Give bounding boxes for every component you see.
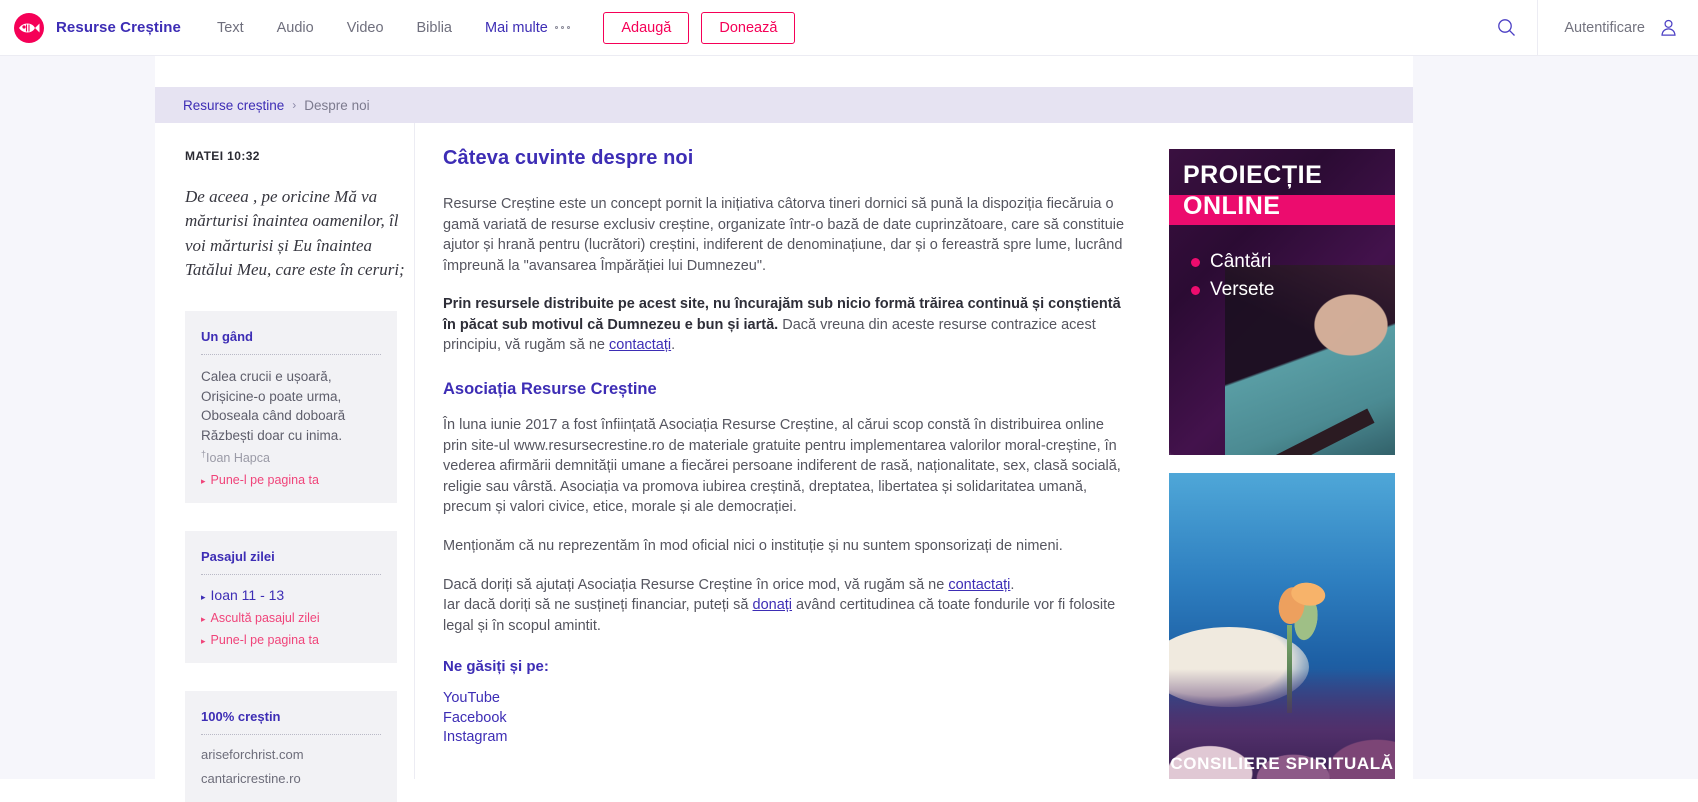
card-un-gand: Un gând Calea crucii e ușoară, Orișicine…: [185, 310, 397, 503]
site-header: Resurse Creștine Text Audio Video Biblia…: [0, 0, 1698, 56]
chevron-right-icon: ▸: [201, 475, 206, 486]
card-link-asculta-pasajul[interactable]: ▸ Ascultă pasajul zilei: [201, 611, 381, 625]
chevron-right-icon: ▸: [201, 591, 206, 602]
card-divider: [201, 733, 381, 735]
login-label: Autentificare: [1564, 19, 1645, 36]
card-title: Un gând: [201, 328, 253, 344]
proiectie-online-banner[interactable]: PROIECȚIE ONLINE Cântări Versete: [1169, 149, 1395, 455]
card-title: 100% creștin: [201, 708, 281, 724]
brand-logo-link[interactable]: Resurse Creștine: [14, 12, 181, 43]
banner-bullet-label: Versete: [1210, 279, 1275, 300]
card-divider: [201, 353, 381, 355]
content-area: MATEI 10:32 De aceea , pe oricine Mă va …: [155, 123, 1413, 802]
paragraph-donate-a: Iar dacă doriți să ne susțineți financia…: [443, 597, 753, 614]
main-content: Câteva cuvinte despre noi Resurse Crești…: [415, 123, 1157, 779]
paragraph-disclaimer: Prin resursele distribuite pe acest site…: [443, 294, 1129, 356]
right-sidebar: PROIECȚIE ONLINE Cântări Versete CONSILI…: [1157, 123, 1413, 779]
breadcrumb-home-link[interactable]: Resurse creștine: [183, 98, 284, 113]
nav-item-mai-multe-label: Mai multe: [484, 19, 548, 36]
verse-reference: MATEI 10:32: [185, 149, 260, 163]
nav-item-video[interactable]: Video: [347, 20, 384, 36]
nav-item-mai-multe[interactable]: Mai multe: [484, 19, 571, 36]
card-100-crestin: 100% creștin ariseforchrist.com cantaric…: [185, 690, 397, 802]
consiliere-spirituala-banner[interactable]: CONSILIERE SPIRITUALĂ: [1169, 473, 1395, 779]
page-background: Resurse creștine › Despre noi MATEI 10:3…: [0, 56, 1698, 802]
breadcrumb-current: Despre noi: [304, 97, 370, 113]
banner-bullet-label: Cântări: [1210, 251, 1272, 272]
fish-logo-icon: [14, 12, 44, 43]
card-divider: [201, 573, 381, 575]
brand-name: Resurse Creștine: [56, 19, 181, 36]
section-title-asociatia: Asociația Resurse Creștine: [443, 380, 657, 399]
paragraph-support-a: Dacă doriți să ajutați Asociația Resurse…: [443, 576, 949, 593]
contact-link[interactable]: contactați: [609, 337, 671, 353]
banner-line-1: PROIECȚIE: [1183, 161, 1323, 189]
add-button[interactable]: Adaugă: [603, 11, 690, 44]
paragraph-support-b: .: [1010, 576, 1015, 593]
donate-button[interactable]: Donează: [701, 11, 796, 44]
header-actions: Autentificare: [1475, 0, 1698, 56]
card-link-pune-pe-pagina[interactable]: ▸ Pune-l pe pagina ta: [201, 473, 381, 487]
site-link-ariseforchrist[interactable]: ariseforchrist.com: [201, 747, 381, 762]
card-pasajul-zilei: Pasajul zilei ▸ Ioan 11 - 13 ▸ Ascultă pas…: [185, 530, 397, 663]
card-author: †Ioan Hapca: [201, 449, 381, 465]
paragraph-intro: Resurse Creștine este un concept pornit …: [443, 196, 1125, 274]
breadcrumb-separator-icon: ›: [292, 98, 297, 112]
card-link-label: Ioan 11 - 13: [210, 586, 285, 603]
main-nav: Text Audio Video Biblia Mai multe: [217, 20, 603, 36]
left-sidebar: MATEI 10:32 De aceea , pe oricine Mă va …: [155, 123, 415, 802]
search-button[interactable]: [1475, 18, 1537, 37]
card-link-label: Pune-l pe pagina ta: [210, 472, 319, 487]
search-icon: [1498, 19, 1515, 36]
chevron-right-icon: ▸: [201, 635, 206, 646]
social-link-youtube[interactable]: YouTube: [443, 689, 1129, 708]
chevron-right-icon: ▸: [201, 613, 206, 624]
user-icon: [1661, 19, 1676, 36]
contact-link-2[interactable]: contactați: [948, 577, 1010, 593]
card-link-label: Pune-l pe pagina ta: [210, 632, 319, 647]
paragraph-disclaimer-end: .: [671, 337, 676, 354]
ellipsis-icon: [554, 25, 571, 30]
card-link-ioan-passage[interactable]: ▸ Ioan 11 - 13: [201, 587, 381, 603]
site-link-cantaricrestine[interactable]: cantaricrestine.ro: [201, 771, 381, 786]
card-text: Calea crucii e ușoară, Orișicine-o poate…: [201, 368, 346, 443]
card-title: Pasajul zilei: [201, 548, 275, 564]
paragraph-mentionam: Menționăm că nu reprezentăm în mod ofici…: [443, 537, 1063, 554]
paragraph-asociatia: În luna iunie 2017 a fost înființată Aso…: [443, 417, 1121, 516]
nav-item-biblia[interactable]: Biblia: [417, 20, 452, 36]
flower-decoration: [1260, 574, 1332, 646]
nav-item-text[interactable]: Text: [217, 20, 244, 36]
card-author-name: Ioan Hapca: [206, 450, 270, 465]
paragraph-support: Dacă doriți să ajutați Asociația Resurse…: [443, 575, 1129, 637]
banner-line-2: ONLINE: [1183, 192, 1281, 220]
banner-bullet-versete: Versete: [1191, 279, 1274, 301]
donate-link[interactable]: donați: [753, 597, 793, 613]
section-title-ne-gasiti: Ne găsiți și pe:: [443, 658, 549, 676]
social-link-instagram[interactable]: Instagram: [443, 728, 1129, 747]
social-link-facebook[interactable]: Facebook: [443, 709, 1129, 728]
card-link-pune-pe-pagina[interactable]: ▸ Pune-l pe pagina ta: [201, 633, 381, 647]
breadcrumb: Resurse creștine › Despre noi: [155, 87, 1413, 123]
page-title: Câteva cuvinte despre noi: [443, 147, 694, 169]
card-link-label: Ascultă pasajul zilei: [210, 610, 320, 625]
banner-bullet-cantari: Cântări: [1191, 251, 1271, 273]
login-button[interactable]: Autentificare: [1538, 18, 1698, 37]
nav-item-audio[interactable]: Audio: [277, 20, 314, 36]
verse-text: De aceea , pe oricine Mă va mărturisi în…: [185, 187, 405, 280]
banner-caption: CONSILIERE SPIRITUALĂ: [1170, 754, 1394, 773]
